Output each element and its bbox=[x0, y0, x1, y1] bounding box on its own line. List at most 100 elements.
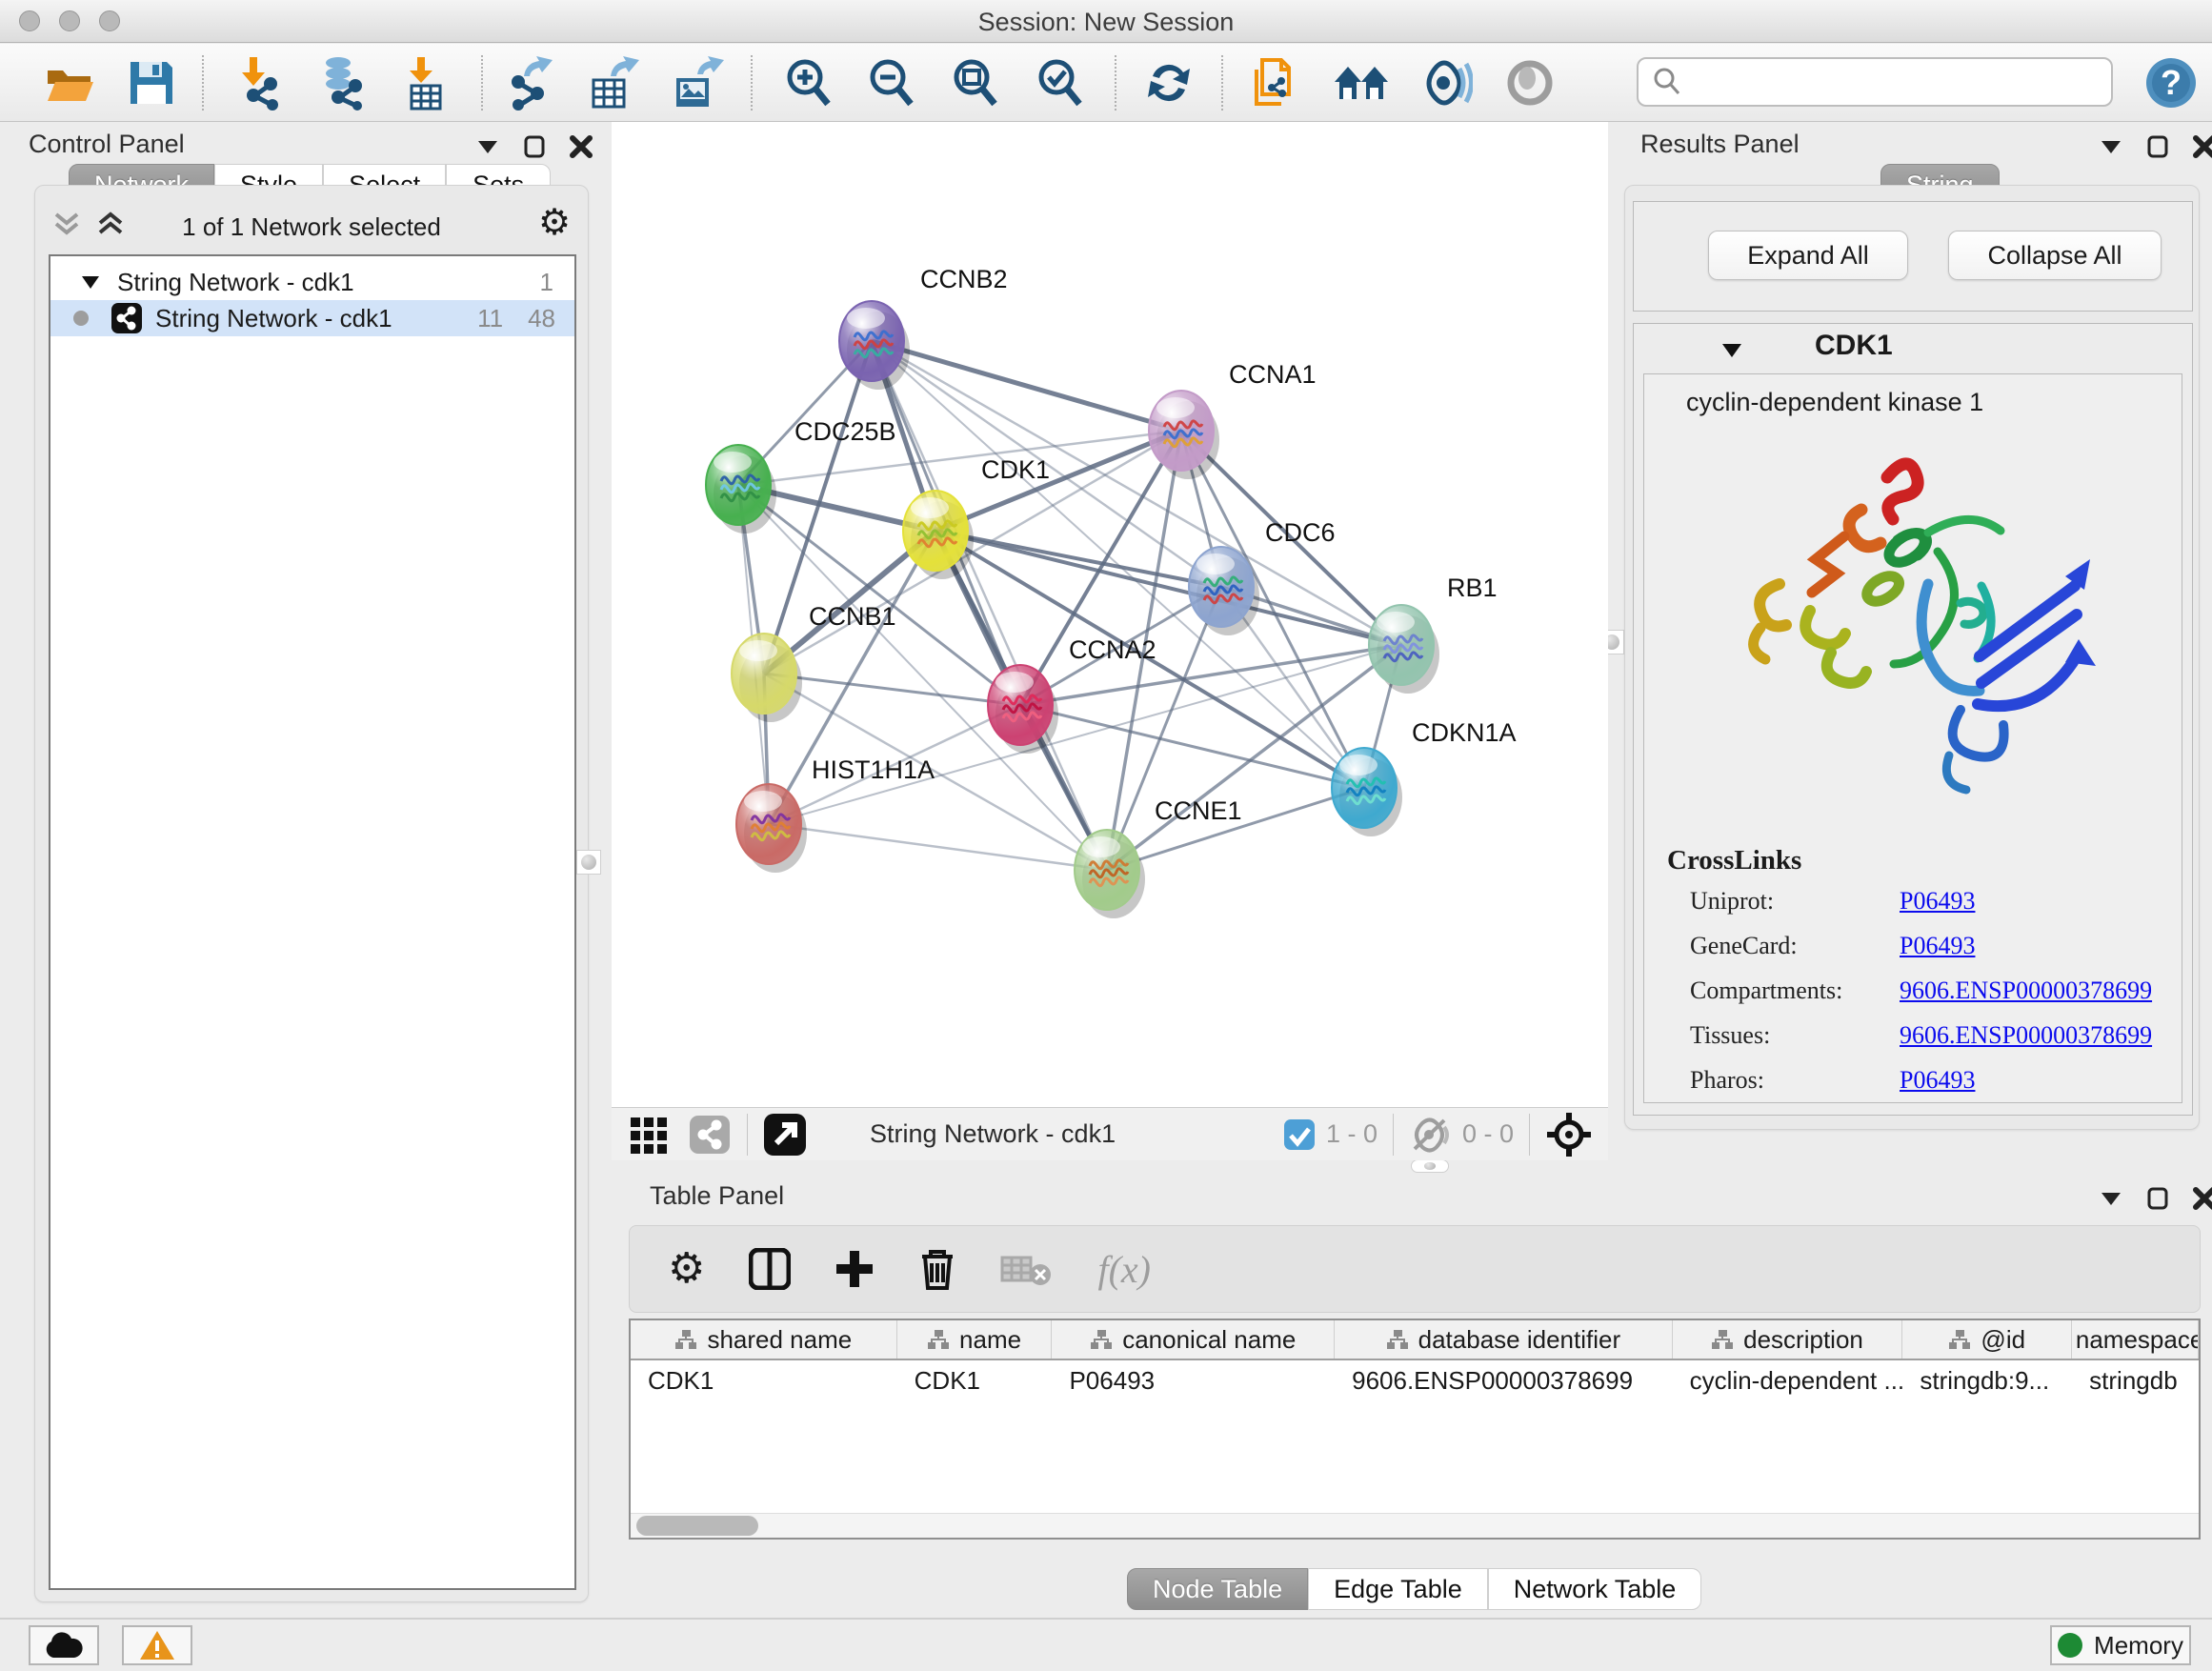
network-share-icon[interactable] bbox=[690, 1114, 732, 1156]
crosslinks-heading: CrossLinks bbox=[1667, 845, 1801, 876]
import-table-icon[interactable] bbox=[398, 53, 457, 112]
column-header-description[interactable]: description bbox=[1673, 1320, 1903, 1359]
crosslink-row: Compartments:9606.ENSP00000378699 bbox=[1690, 976, 2166, 1005]
expand-collapse-bar: Expand All Collapse All bbox=[1633, 201, 2193, 312]
string-network-graph[interactable]: CCNB2CCNA1CDC25BCDK1CDC6RB1CCNB1CCNA2CDK… bbox=[612, 122, 1608, 1107]
network-tree: String Network - cdk1 1 String Network -… bbox=[49, 254, 576, 1590]
search-input[interactable] bbox=[1692, 67, 2092, 98]
column-header-namespace[interactable]: namespace bbox=[2072, 1320, 2199, 1359]
selected-checkbox-icon[interactable] bbox=[1282, 1117, 1317, 1152]
results-panel-title: Results Panel bbox=[1640, 130, 1800, 159]
import-network-file-icon[interactable] bbox=[231, 53, 290, 112]
show-columns-icon[interactable] bbox=[749, 1248, 791, 1290]
table-row[interactable]: CDK1CDK1P064939606.ENSP00000378699cyclin… bbox=[631, 1360, 2199, 1400]
svg-text:CCNA1: CCNA1 bbox=[1229, 360, 1317, 389]
save-session-icon[interactable] bbox=[122, 53, 181, 112]
refresh-layout-icon[interactable] bbox=[1139, 53, 1198, 112]
table-cell[interactable]: CDK1 bbox=[631, 1360, 897, 1400]
tree-expand-icon[interactable] bbox=[81, 275, 100, 290]
cytoscape-window: Session: New Session bbox=[0, 0, 2212, 1671]
network-node-CDKN1A[interactable]: CDKN1A bbox=[1332, 718, 1517, 836]
birdseye-crosshair-icon[interactable] bbox=[1545, 1111, 1593, 1158]
zoom-selected-icon[interactable] bbox=[1031, 53, 1090, 112]
title-bar: Session: New Session bbox=[0, 0, 2212, 43]
network-view-toolbar: String Network - cdk1 1 - 0 0 - 0 bbox=[612, 1107, 1608, 1160]
help-icon[interactable]: ? bbox=[2142, 53, 2201, 112]
bird-eye-icon[interactable] bbox=[1500, 53, 1559, 112]
zoom-in-icon[interactable] bbox=[779, 53, 838, 112]
export-network-icon[interactable] bbox=[503, 53, 562, 112]
maximize-panel-icon[interactable] bbox=[2147, 135, 2168, 158]
maximize-panel-icon[interactable] bbox=[2147, 1187, 2168, 1210]
crosslink-label: Tissues: bbox=[1690, 1021, 1900, 1050]
network-canvas[interactable]: CCNB2CCNA1CDC25BCDK1CDC6RB1CCNB1CCNA2CDK… bbox=[612, 122, 1608, 1107]
network-node-CCNA1[interactable]: CCNA1 bbox=[1149, 360, 1317, 479]
add-column-icon[interactable] bbox=[835, 1249, 875, 1289]
table-cell[interactable]: CDK1 bbox=[897, 1360, 1053, 1400]
crosslink-link[interactable]: P06493 bbox=[1900, 887, 1975, 916]
column-header-shared-name[interactable]: shared name bbox=[631, 1320, 897, 1359]
table-options-gear-icon[interactable]: ⚙ bbox=[668, 1248, 705, 1290]
edge-count: 48 bbox=[528, 304, 555, 333]
close-panel-icon[interactable] bbox=[570, 135, 593, 158]
tab-network-table[interactable]: Network Table bbox=[1488, 1568, 1702, 1610]
collapse-all-button[interactable]: Collapse All bbox=[1948, 231, 2162, 280]
table-cell[interactable]: 9606.ENSP00000378699 bbox=[1335, 1360, 1673, 1400]
network-collection-row[interactable]: String Network - cdk1 1 bbox=[50, 264, 574, 300]
grid-view-icon[interactable] bbox=[629, 1114, 671, 1156]
crosslink-link[interactable]: 9606.ENSP00000378699 bbox=[1900, 976, 2152, 1005]
float-panel-icon[interactable] bbox=[2100, 1191, 2122, 1206]
zoom-fit-icon[interactable] bbox=[946, 53, 1005, 112]
clone-network-icon[interactable] bbox=[1246, 53, 1305, 112]
column-header-@id[interactable]: @id bbox=[1902, 1320, 2072, 1359]
close-panel-icon[interactable] bbox=[2193, 135, 2212, 158]
float-panel-icon[interactable] bbox=[476, 139, 499, 154]
tab-edge-table[interactable]: Edge Table bbox=[1308, 1568, 1488, 1610]
svg-text:CCNA2: CCNA2 bbox=[1069, 635, 1156, 664]
maximize-panel-icon[interactable] bbox=[524, 135, 545, 158]
table-cell[interactable]: P06493 bbox=[1052, 1360, 1335, 1400]
scrollbar-thumb[interactable] bbox=[636, 1516, 758, 1536]
export-image-icon[interactable] bbox=[667, 53, 726, 112]
column-header-name[interactable]: name bbox=[897, 1320, 1053, 1359]
float-panel-icon[interactable] bbox=[2100, 139, 2122, 154]
svg-text:CCNB1: CCNB1 bbox=[809, 602, 896, 631]
svg-text:CDC25B: CDC25B bbox=[794, 417, 896, 446]
show-graphics-details-icon[interactable] bbox=[1416, 53, 1475, 112]
column-header-canonical-name[interactable]: canonical name bbox=[1052, 1320, 1335, 1359]
string-home-icon[interactable] bbox=[1332, 53, 1391, 112]
search-input-wrap bbox=[1637, 57, 2113, 107]
protein-card: CDK1 cyclin-dependent kinase 1 bbox=[1633, 323, 2193, 1116]
open-session-icon[interactable] bbox=[40, 53, 99, 112]
left-splitter-handle[interactable] bbox=[576, 850, 601, 875]
memory-button[interactable]: Memory bbox=[2050, 1625, 2191, 1665]
expand-all-button[interactable]: Expand All bbox=[1708, 231, 1908, 280]
crosslink-link[interactable]: P06493 bbox=[1900, 1066, 1975, 1095]
column-header-database-identifier[interactable]: database identifier bbox=[1335, 1320, 1673, 1359]
table-cell[interactable]: cyclin-dependent ... bbox=[1673, 1360, 1903, 1400]
warning-button[interactable] bbox=[122, 1625, 192, 1665]
network-row[interactable]: String Network - cdk1 11 48 bbox=[50, 300, 574, 336]
zoom-out-icon[interactable] bbox=[862, 53, 921, 112]
crosslink-link[interactable]: 9606.ENSP00000378699 bbox=[1900, 1021, 2152, 1050]
detach-view-icon[interactable] bbox=[763, 1113, 807, 1157]
export-table-icon[interactable] bbox=[584, 53, 643, 112]
network-node-CCNE1[interactable]: CCNE1 bbox=[1075, 796, 1242, 918]
crosslink-link[interactable]: P06493 bbox=[1900, 932, 1975, 960]
crosslink-label: Pharos: bbox=[1690, 1066, 1900, 1095]
network-node-RB1[interactable]: RB1 bbox=[1369, 574, 1498, 694]
import-network-database-icon[interactable] bbox=[312, 53, 371, 112]
protein-collapse-icon[interactable] bbox=[1721, 343, 1742, 359]
horizontal-scrollbar[interactable] bbox=[631, 1513, 2199, 1538]
cloud-button[interactable] bbox=[29, 1625, 99, 1665]
delete-column-icon[interactable] bbox=[918, 1247, 956, 1291]
node-count: 11 bbox=[477, 304, 503, 333]
protein-name: CDK1 bbox=[1815, 330, 1893, 362]
close-panel-icon[interactable] bbox=[2193, 1187, 2212, 1210]
network-options-gear-icon[interactable]: ⚙ bbox=[538, 205, 571, 241]
bottom-splitter-handle[interactable] bbox=[1411, 1159, 1449, 1173]
table-cell[interactable]: stringdb:9... bbox=[1902, 1360, 2072, 1400]
column-type-icon bbox=[927, 1329, 950, 1350]
table-cell[interactable]: stringdb bbox=[2072, 1360, 2199, 1400]
tab-node-table[interactable]: Node Table bbox=[1127, 1568, 1308, 1610]
